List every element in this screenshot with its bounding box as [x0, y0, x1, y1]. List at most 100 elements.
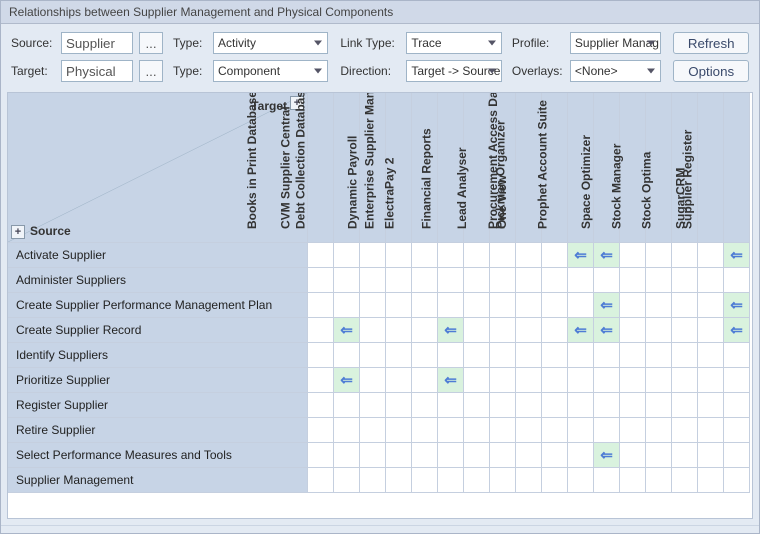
matrix-cell[interactable]: [412, 318, 438, 343]
matrix-cell[interactable]: [490, 268, 516, 293]
matrix-cell[interactable]: [724, 268, 750, 293]
matrix-cell[interactable]: [334, 443, 360, 468]
matrix-cell-hit[interactable]: ⇐: [438, 318, 464, 343]
matrix-cell[interactable]: [308, 243, 334, 268]
matrix-cell[interactable]: [672, 268, 698, 293]
matrix-cell[interactable]: [594, 343, 620, 368]
matrix-cell[interactable]: [646, 368, 672, 393]
matrix-cell-hit[interactable]: ⇐: [594, 293, 620, 318]
matrix-cell[interactable]: [308, 268, 334, 293]
matrix-cell[interactable]: [516, 443, 542, 468]
matrix-cell[interactable]: [672, 343, 698, 368]
matrix-cell[interactable]: [568, 418, 594, 443]
matrix-cell[interactable]: [386, 243, 412, 268]
matrix-cell[interactable]: [568, 393, 594, 418]
matrix-cell[interactable]: [438, 393, 464, 418]
matrix-cell[interactable]: [438, 418, 464, 443]
matrix-cell[interactable]: [620, 418, 646, 443]
matrix-cell[interactable]: [698, 468, 724, 493]
matrix-cell[interactable]: [308, 293, 334, 318]
matrix-cell[interactable]: [412, 393, 438, 418]
row-header[interactable]: Retire Supplier: [8, 418, 308, 443]
matrix-cell[interactable]: [360, 443, 386, 468]
matrix-cell[interactable]: [542, 443, 568, 468]
target-type-select[interactable]: Component: [213, 60, 328, 82]
matrix-cell[interactable]: [412, 268, 438, 293]
matrix-cell[interactable]: [412, 343, 438, 368]
matrix-cell[interactable]: [516, 318, 542, 343]
matrix-cell[interactable]: [724, 368, 750, 393]
matrix-cell[interactable]: [438, 468, 464, 493]
matrix-cell[interactable]: [490, 468, 516, 493]
matrix-cell[interactable]: [646, 293, 672, 318]
matrix-cell[interactable]: [334, 293, 360, 318]
source-input[interactable]: [61, 32, 133, 54]
matrix-cell[interactable]: [594, 268, 620, 293]
matrix-cell[interactable]: [672, 368, 698, 393]
matrix-cell-hit[interactable]: ⇐: [438, 368, 464, 393]
row-header[interactable]: Register Supplier: [8, 393, 308, 418]
matrix-cell[interactable]: [568, 443, 594, 468]
matrix-cell[interactable]: [620, 468, 646, 493]
matrix-cell[interactable]: [672, 293, 698, 318]
matrix-cell[interactable]: [724, 468, 750, 493]
target-browse-button[interactable]: ...: [139, 60, 163, 82]
target-input[interactable]: [61, 60, 133, 82]
matrix-cell-hit[interactable]: ⇐: [594, 443, 620, 468]
matrix-cell[interactable]: [672, 393, 698, 418]
matrix-cell[interactable]: [386, 368, 412, 393]
matrix-cell[interactable]: [594, 393, 620, 418]
matrix-cell[interactable]: [646, 243, 672, 268]
matrix-cell[interactable]: [542, 243, 568, 268]
matrix-cell[interactable]: [646, 318, 672, 343]
matrix-cell[interactable]: [438, 243, 464, 268]
matrix-cell[interactable]: [568, 343, 594, 368]
matrix-cell[interactable]: [620, 243, 646, 268]
row-header[interactable]: Select Performance Measures and Tools: [8, 443, 308, 468]
matrix-cell[interactable]: [698, 318, 724, 343]
matrix-cell[interactable]: [412, 418, 438, 443]
row-header[interactable]: Create Supplier Record: [8, 318, 308, 343]
matrix-cell[interactable]: [620, 368, 646, 393]
direction-select[interactable]: Target -> Source: [406, 60, 502, 82]
matrix-cell[interactable]: [698, 243, 724, 268]
matrix-cell[interactable]: [698, 268, 724, 293]
row-header[interactable]: Activate Supplier: [8, 243, 308, 268]
matrix-cell[interactable]: [360, 243, 386, 268]
matrix-cell[interactable]: [516, 368, 542, 393]
matrix-cell[interactable]: [698, 393, 724, 418]
matrix-cell[interactable]: [464, 468, 490, 493]
matrix-cell[interactable]: [490, 293, 516, 318]
matrix-cell[interactable]: [620, 318, 646, 343]
matrix-cell[interactable]: [386, 318, 412, 343]
matrix-cell[interactable]: [672, 418, 698, 443]
refresh-button[interactable]: Refresh: [673, 32, 749, 54]
matrix-cell[interactable]: [464, 368, 490, 393]
matrix-cell-hit[interactable]: ⇐: [568, 243, 594, 268]
column-header[interactable]: Supplier Register: [724, 93, 750, 243]
matrix-cell[interactable]: [672, 443, 698, 468]
matrix-cell[interactable]: [516, 243, 542, 268]
matrix-cell[interactable]: [464, 443, 490, 468]
matrix-cell[interactable]: [334, 243, 360, 268]
matrix-cell[interactable]: [360, 268, 386, 293]
matrix-cell[interactable]: [698, 368, 724, 393]
matrix-cell[interactable]: [620, 343, 646, 368]
matrix-cell[interactable]: [490, 393, 516, 418]
matrix-cell[interactable]: [308, 318, 334, 343]
row-header[interactable]: Administer Suppliers: [8, 268, 308, 293]
matrix-cell[interactable]: [334, 418, 360, 443]
matrix-cell[interactable]: [464, 268, 490, 293]
matrix-cell[interactable]: [490, 443, 516, 468]
matrix-cell[interactable]: [386, 293, 412, 318]
matrix-cell[interactable]: [568, 293, 594, 318]
overlays-select[interactable]: <None>: [570, 60, 662, 82]
matrix-cell[interactable]: [646, 393, 672, 418]
matrix-cell[interactable]: [646, 418, 672, 443]
matrix-cell[interactable]: [464, 418, 490, 443]
matrix-cell[interactable]: [386, 443, 412, 468]
matrix-cell[interactable]: [542, 418, 568, 443]
matrix-cell[interactable]: [308, 343, 334, 368]
matrix-cell[interactable]: [516, 343, 542, 368]
row-header[interactable]: Prioritize Supplier: [8, 368, 308, 393]
